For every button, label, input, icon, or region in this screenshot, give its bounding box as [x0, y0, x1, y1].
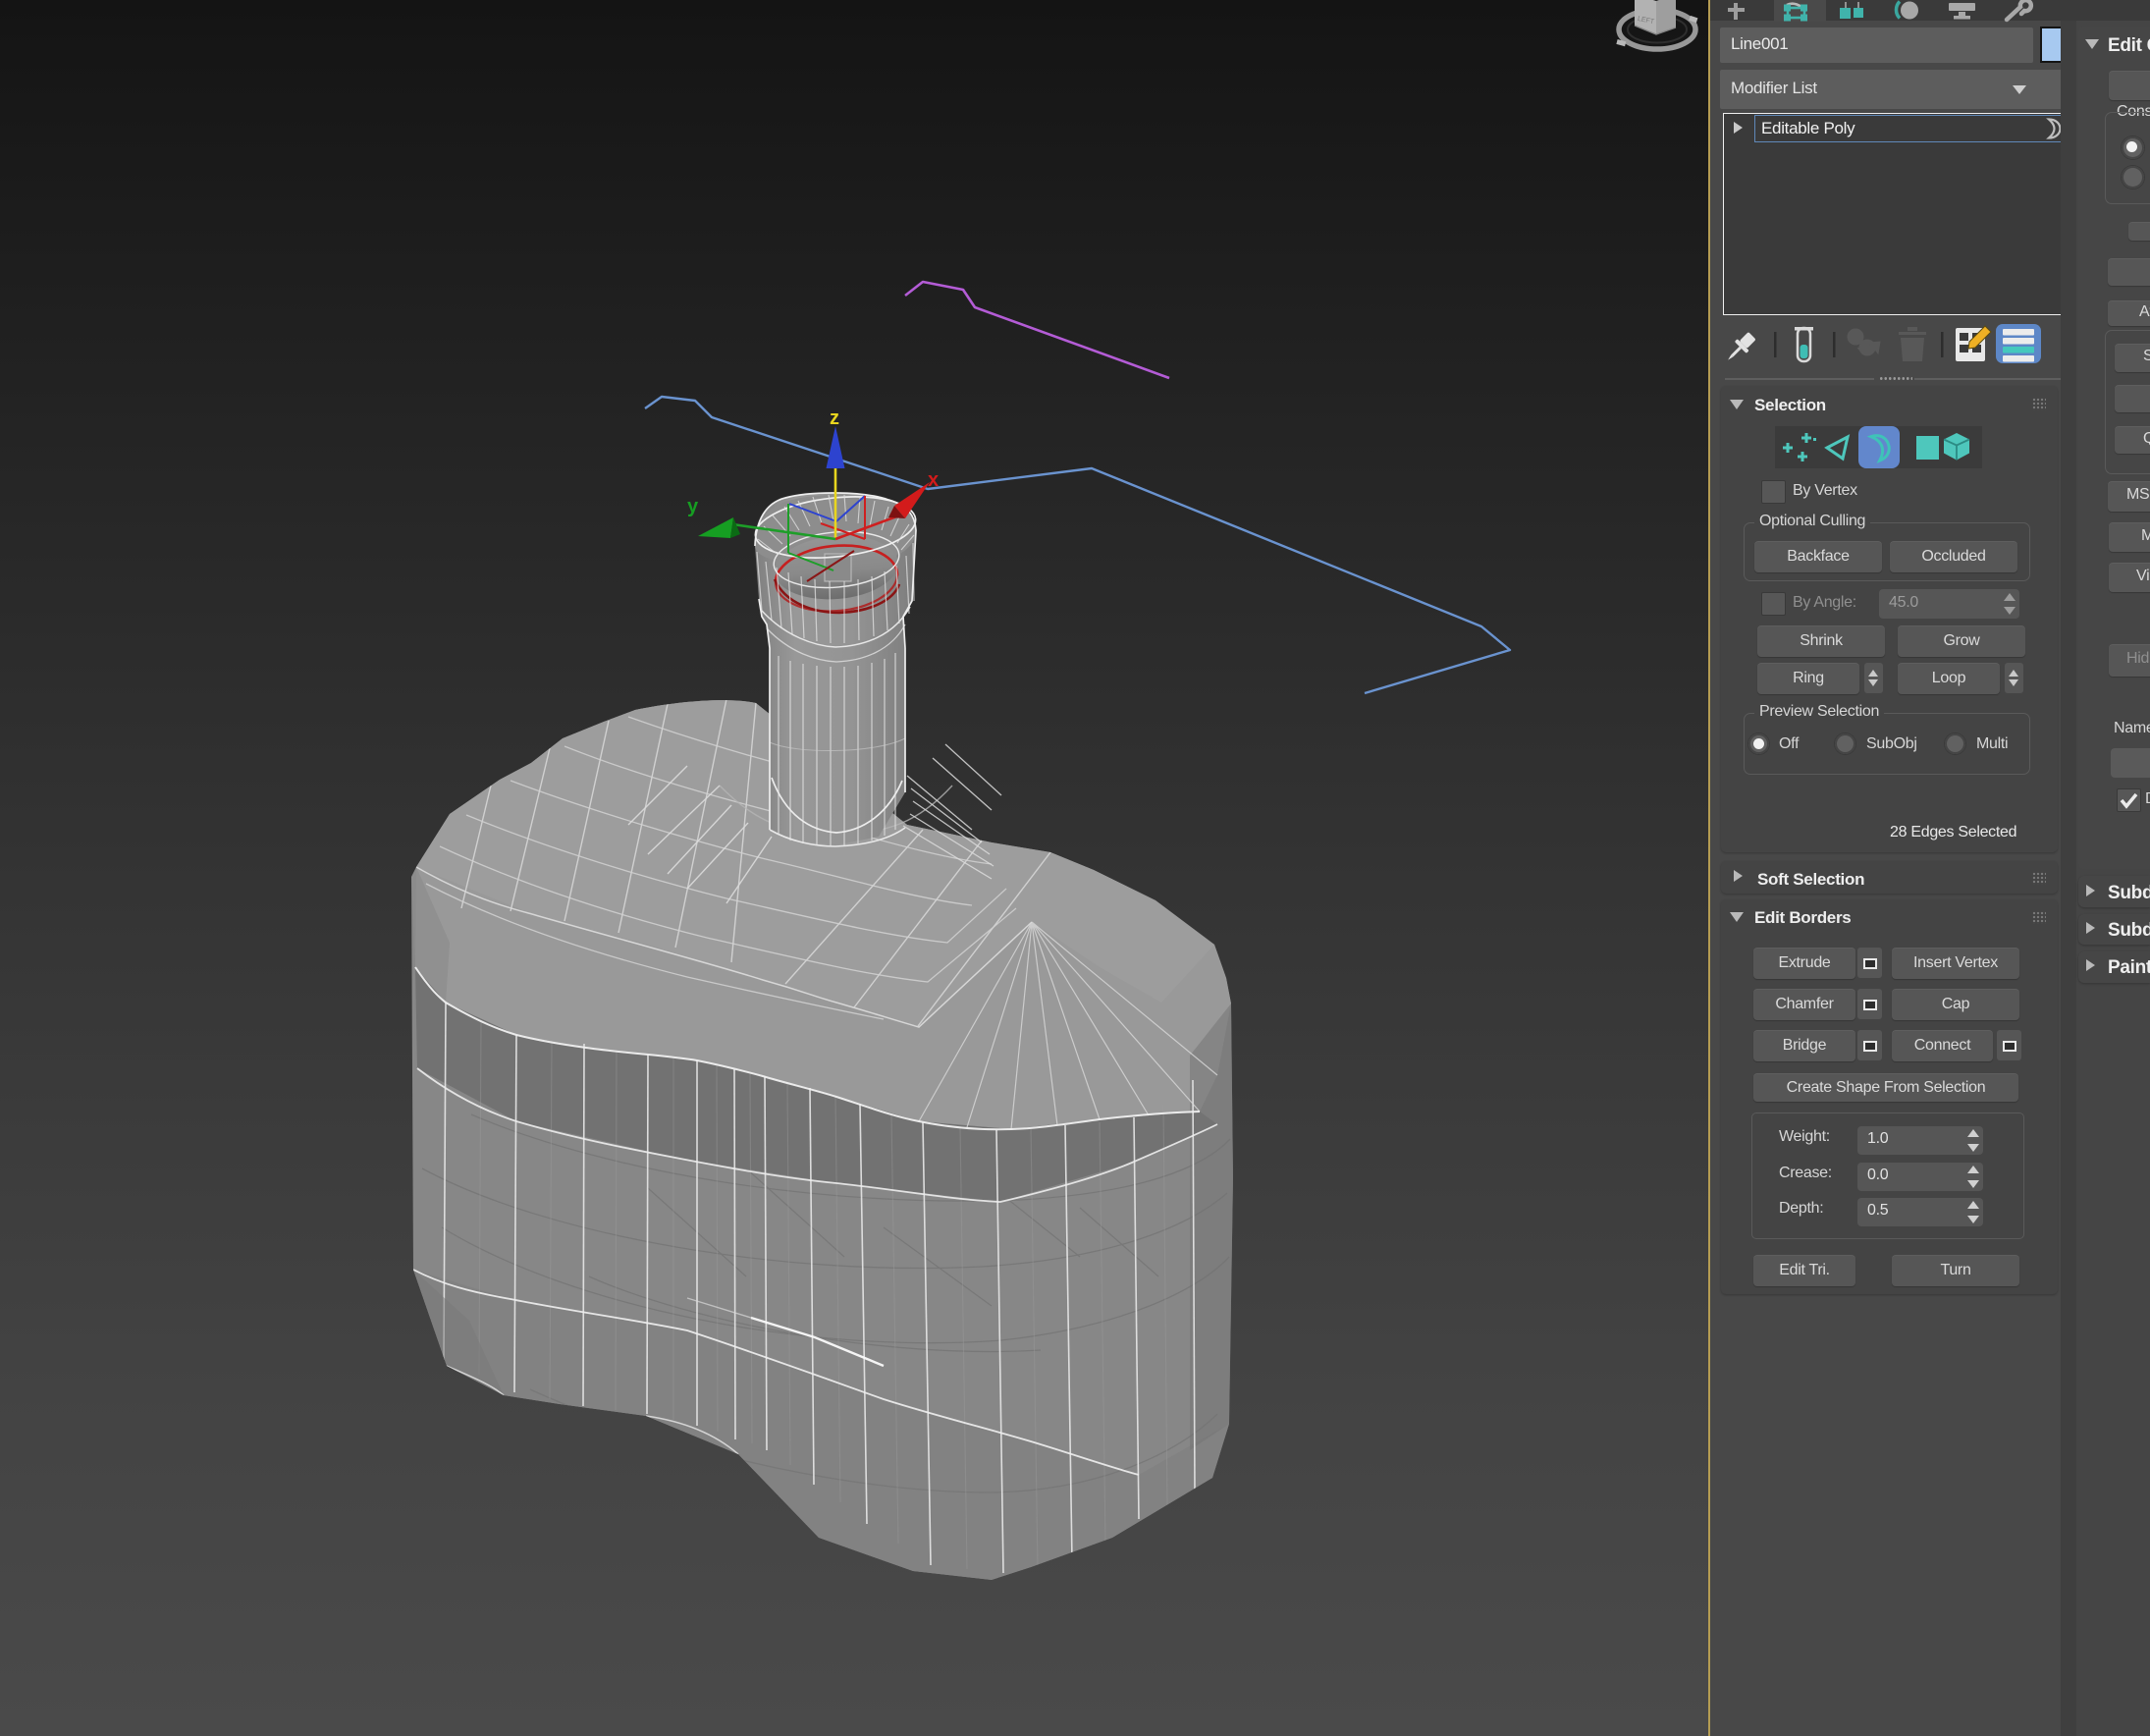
- svg-text:z: z: [830, 407, 839, 429]
- svg-text:y: y: [687, 496, 699, 517]
- svg-text:x: x: [928, 469, 939, 491]
